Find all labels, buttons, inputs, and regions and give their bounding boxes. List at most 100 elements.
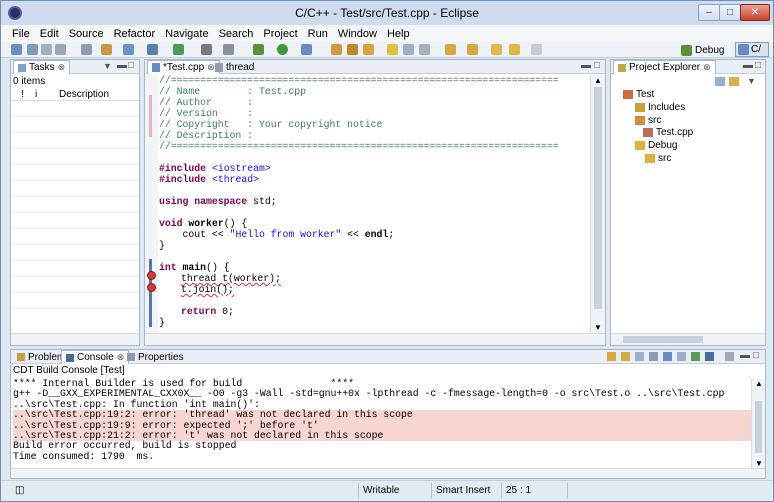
open-console-icon[interactable] [691,352,700,361]
console-hscroll[interactable] [11,468,765,478]
minimize-button[interactable]: – [698,4,720,21]
menu-window[interactable]: Window [333,28,382,40]
tree-item-debug-folder[interactable]: Debug [635,139,677,151]
close-icon[interactable]: ⊗ [703,62,711,73]
display-console-icon[interactable] [677,352,686,361]
scroll-thumb[interactable] [594,87,602,309]
open-type-icon[interactable] [331,44,342,55]
prev-annotation-icon[interactable] [467,44,478,55]
minimize-view-icon[interactable]: ▬ [117,60,127,71]
tree-item-debug-src[interactable]: src [645,152,671,164]
debug-icon[interactable] [253,44,264,55]
close-button[interactable]: ✕ [740,4,770,21]
maximize-view-icon[interactable]: □ [753,350,759,361]
collapse-all-icon[interactable] [715,77,725,86]
tab-console[interactable]: Console ⊗ [61,350,130,364]
menu-search[interactable]: Search [214,28,259,40]
menu-navigate[interactable]: Navigate [160,28,213,40]
new-icon[interactable] [11,44,22,55]
menu-file[interactable]: File [7,28,35,40]
link-editor-icon[interactable] [729,77,739,86]
minimize-view-icon[interactable]: ▬ [581,60,591,71]
menu-project[interactable]: Project [258,28,302,40]
maximize-view-icon[interactable]: □ [594,60,600,71]
build-config-icon[interactable] [101,44,112,55]
tab-test-cpp[interactable]: *Test.cpp ⊗ [147,60,220,74]
scroll-down-icon[interactable]: ▼ [594,323,602,332]
error-marker-icon[interactable] [147,271,156,280]
task-row-line [11,180,139,181]
menu-help[interactable]: Help [382,28,415,40]
view-menu-icon[interactable]: ▼ [103,61,112,71]
editor-hscroll[interactable] [145,333,605,345]
column-priority[interactable]: ! [21,89,24,100]
search-icon[interactable] [363,44,374,55]
build-icon[interactable] [81,44,92,55]
scroll-up-icon[interactable]: ▲ [594,76,602,85]
copy-icon[interactable] [649,352,658,361]
tab-tasks[interactable]: Tasks ⊗ [13,60,71,74]
eclipse-window: C/C++ - Test/src/Test.cpp - Eclipse – □ … [0,0,774,502]
perspective-debug[interactable]: Debug [681,43,724,57]
forward-icon[interactable] [509,44,520,55]
console-options-icon[interactable] [705,352,714,361]
menu-edit[interactable]: Edit [35,28,64,40]
code-line: // Author : [159,97,254,108]
code-text[interactable]: //======================================… [159,75,589,333]
maximize-view-icon[interactable]: □ [128,60,134,71]
clear-console-icon[interactable] [635,352,644,361]
next-annotation-icon[interactable] [445,44,456,55]
tasks-hscroll[interactable] [11,333,139,345]
scroll-up-icon[interactable]: ▲ [755,379,763,388]
open-element-icon[interactable] [347,44,358,55]
editor-vscroll[interactable]: ▲ ▼ [590,75,605,333]
scroll-down-icon[interactable]: ▼ [755,459,763,468]
run-icon[interactable] [277,44,288,55]
code-line: thread t(worker); [181,273,281,284]
close-icon[interactable]: ⊗ [58,62,66,73]
toggle-block-icon[interactable] [403,44,414,55]
column-description[interactable]: Description [59,89,109,100]
minimize-view-icon[interactable]: ▬ [743,60,753,71]
tree-item-src-folder[interactable]: src [635,114,661,126]
menu-source[interactable]: Source [64,28,109,40]
console-vscroll[interactable]: ▲ ▼ [751,379,765,468]
menu-refactor[interactable]: Refactor [109,28,161,40]
pin-console-icon[interactable] [621,352,630,361]
tab-properties[interactable]: Properties [123,350,188,364]
new-file-icon[interactable] [147,44,158,55]
new-class-icon[interactable] [123,44,134,55]
menu-run[interactable]: Run [303,28,333,40]
word-wrap-icon[interactable] [663,352,672,361]
print-icon[interactable] [55,44,66,55]
new-folder-icon[interactable] [173,44,184,55]
perspective-cpp[interactable]: C/ [735,42,769,57]
scroll-thumb[interactable] [623,336,703,343]
tools-icon[interactable] [201,44,212,55]
scroll-thumb[interactable] [755,401,762,453]
tab-thread[interactable]: thread [211,60,258,74]
maximize-button[interactable]: □ [719,4,741,21]
console-output[interactable]: **** Internal Builder is used for build … [11,378,751,468]
toggle-mark-occurrences-icon[interactable] [387,44,398,55]
tree-item-project[interactable]: Test [623,88,654,100]
minimize-view-icon[interactable]: ▬ [740,350,750,361]
new-console-icon[interactable] [725,352,734,361]
tab-project-explorer[interactable]: Project Explorer ⊗ [613,60,716,74]
fast-view-icon[interactable]: ◫ [15,485,24,496]
external-tools-icon[interactable] [301,44,312,55]
back-icon[interactable] [491,44,502,55]
explorer-hscroll[interactable] [611,333,765,345]
show-whitespace-icon[interactable] [419,44,430,55]
scroll-lock-icon[interactable] [607,352,616,361]
column-type[interactable]: i [35,89,37,100]
save-all-icon[interactable] [41,44,52,55]
view-menu-icon[interactable]: ▼ [747,76,756,86]
wrench-icon[interactable] [223,44,234,55]
save-icon[interactable] [27,44,38,55]
pin-icon[interactable] [531,44,542,55]
maximize-view-icon[interactable]: □ [755,60,761,71]
error-marker-icon[interactable] [147,283,156,292]
tree-item-test-cpp[interactable]: Test.cpp [641,126,695,138]
tree-item-includes[interactable]: Includes [635,101,685,113]
